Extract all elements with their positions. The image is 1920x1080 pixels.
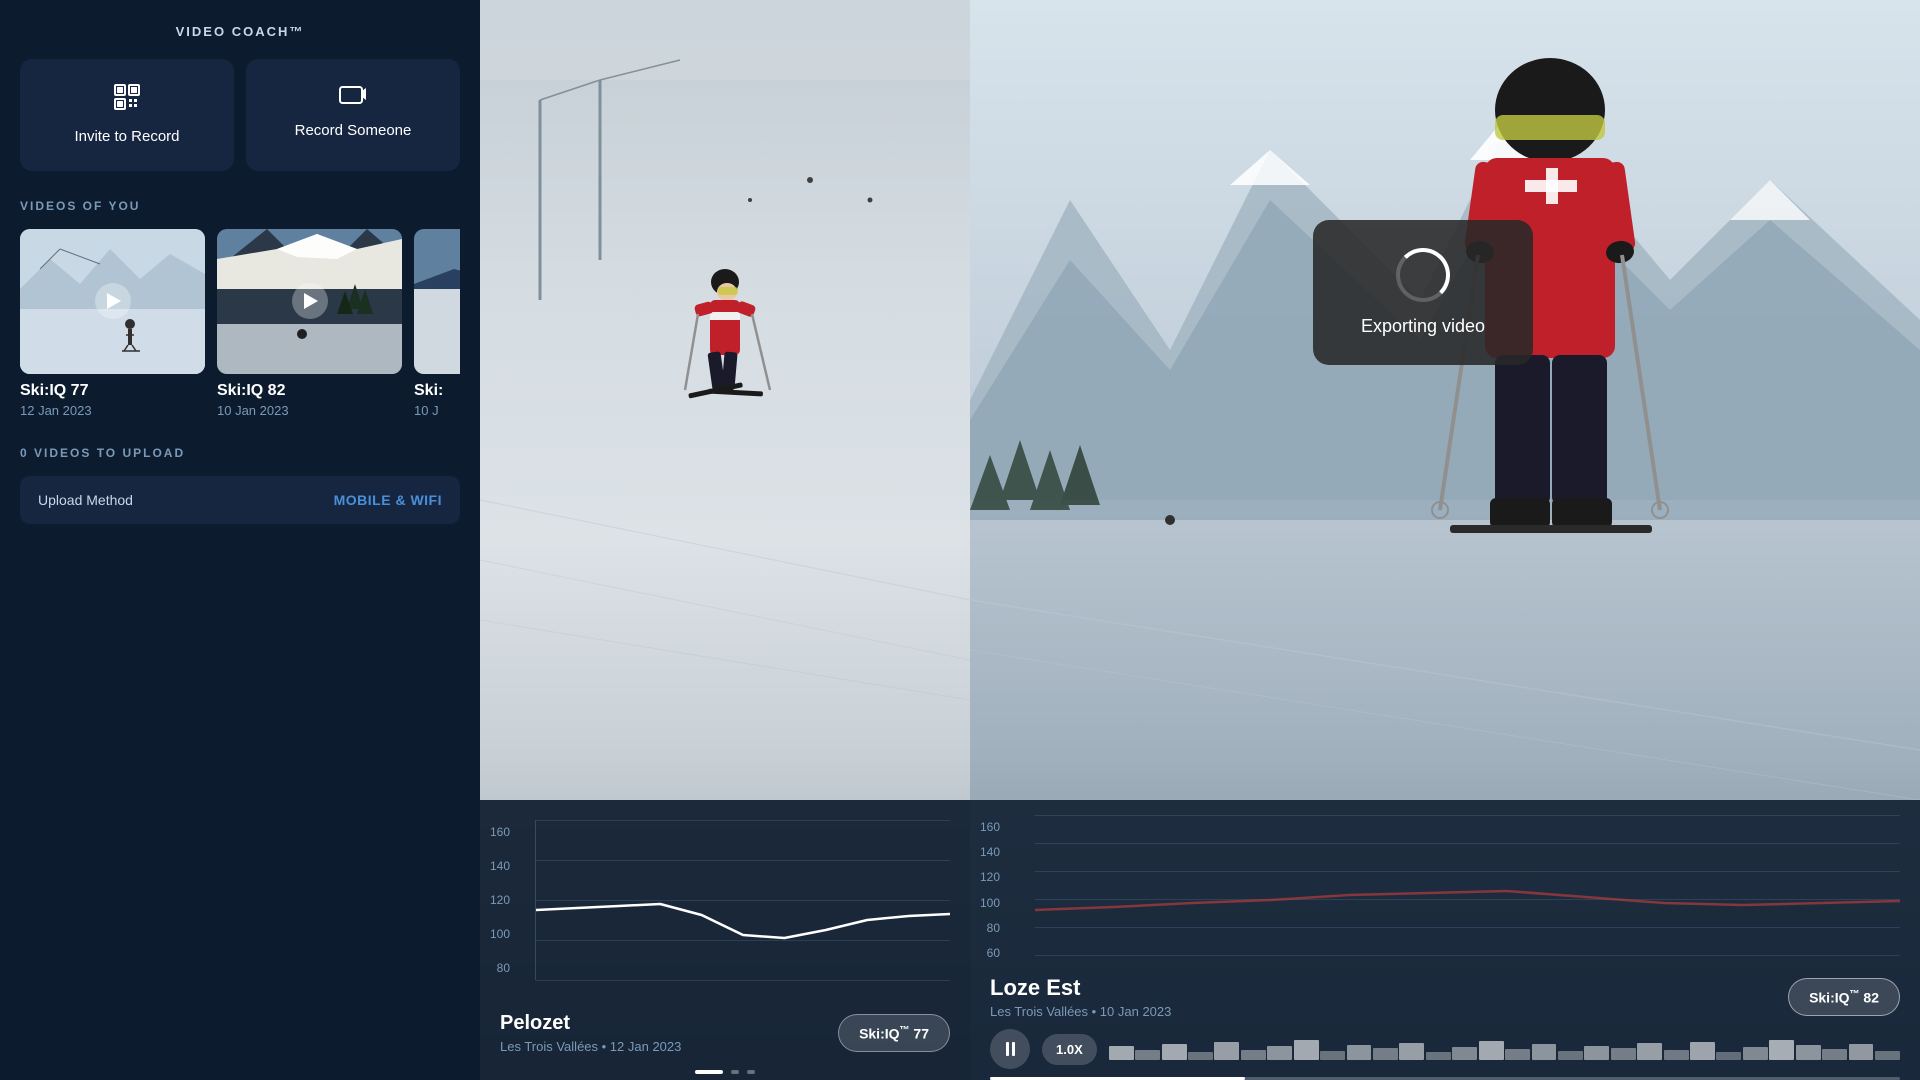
ski-iq-value-middle: 77	[913, 1025, 929, 1041]
pause-button[interactable]	[990, 1029, 1030, 1069]
upload-section: 0 VIDEOS TO UPLOAD Upload Method MOBILE …	[20, 446, 460, 524]
y-label-120: 120	[490, 893, 510, 907]
upload-method-value: MOBILE & WIFI	[334, 492, 442, 508]
y-label-140: 140	[490, 859, 510, 873]
videos-section-title: VIDEOS OF YOU	[20, 199, 460, 213]
right-y-label-100: 100	[980, 896, 1000, 910]
middle-panel: 160 140 120 100 80 Pelozet	[480, 0, 970, 1080]
export-overlay: Exporting video	[1313, 220, 1533, 365]
y-label-80: 80	[490, 961, 510, 975]
right-chart-info: Loze Est Les Trois Vallées • 10 Jan 2023…	[970, 965, 1920, 1029]
right-y-label-160: 160	[980, 820, 1000, 834]
right-chart-data-svg	[1035, 815, 1900, 955]
chart-info: Pelozet Les Trois Vallées • 12 Jan 2023 …	[480, 1000, 970, 1070]
right-panel: Exporting video 160 140 120 100 80 60	[970, 0, 1920, 1080]
export-spinner	[1396, 248, 1450, 302]
chart-grid: 160 140 120 100 80	[480, 820, 970, 1000]
chart-location: Pelozet Les Trois Vallées • 12 Jan 2023	[500, 1012, 838, 1054]
action-buttons: Invite to Record Record Someone	[20, 59, 460, 171]
chart-y-labels: 160 140 120 100 80	[490, 820, 510, 980]
video-thumb-2[interactable]: Ski:IQ 82 10 Jan 2023	[217, 229, 402, 418]
ski-iq-label-middle: Ski:IQ	[859, 1025, 899, 1041]
speed-button[interactable]: 1.0X	[1042, 1034, 1097, 1065]
app-title: VIDEO COACH™	[20, 24, 460, 39]
video-date-1: 12 Jan 2023	[20, 403, 205, 418]
record-someone-button[interactable]: Record Someone	[246, 59, 460, 171]
record-someone-label: Record Someone	[295, 121, 412, 141]
ski-iq-value-right: 82	[1863, 989, 1879, 1005]
export-text: Exporting video	[1361, 316, 1485, 337]
right-place: Loze Est	[990, 975, 1788, 1001]
pause-icon	[1006, 1042, 1015, 1056]
nav-dot-1[interactable]	[695, 1070, 723, 1074]
qr-code-icon	[113, 83, 141, 117]
ski-iq-tm-middle: ™	[900, 1025, 910, 1036]
video-title-2: Ski:IQ 82	[217, 382, 402, 400]
video-thumbnail-3	[414, 229, 460, 374]
invite-to-record-label: Invite to Record	[74, 127, 179, 147]
chart-lines	[535, 820, 950, 980]
play-icon-1	[95, 283, 131, 319]
right-chart-y-labels: 160 140 120 100 80 60	[980, 820, 1000, 960]
right-location: Loze Est Les Trois Vallées • 10 Jan 2023	[990, 975, 1788, 1019]
chart-nav	[480, 1070, 970, 1080]
video-thumb-1[interactable]: Ski:IQ 77 12 Jan 2023	[20, 229, 205, 418]
y-label-160: 160	[490, 825, 510, 839]
right-y-label-80: 80	[980, 921, 1000, 935]
right-chart-lines	[1035, 815, 1900, 955]
middle-chart: 160 140 120 100 80 Pelozet	[480, 800, 970, 1080]
chart-place: Pelozet	[500, 1012, 838, 1035]
video-date-2: 10 Jan 2023	[217, 403, 402, 418]
video-thumb-3[interactable]: Ski: 10 J	[414, 229, 460, 418]
timeline-ticks[interactable]	[1109, 1038, 1900, 1060]
playback-controls: 1.0X	[970, 1029, 1920, 1077]
y-label-100: 100	[490, 927, 510, 941]
video-thumbnail-2	[217, 229, 402, 374]
right-chart-grid: 160 140 120 100 80 60	[970, 800, 1920, 965]
upload-method-label: Upload Method	[38, 492, 133, 508]
right-y-label-120: 120	[980, 870, 1000, 884]
video-title-1: Ski:IQ 77	[20, 382, 205, 400]
right-y-label-60: 60	[980, 946, 1000, 960]
ski-iq-badge-middle[interactable]: Ski:IQ™ 77	[838, 1014, 950, 1053]
ski-iq-badge-right[interactable]: Ski:IQ™ 82	[1788, 978, 1900, 1017]
ski-iq-label-right: Ski:IQ	[1809, 989, 1849, 1005]
video-grid: Ski:IQ 77 12 Jan 2023	[20, 229, 460, 418]
camera-icon	[339, 83, 367, 111]
left-panel: VIDEO COACH™ Invite to Record	[0, 0, 480, 1080]
invite-to-record-button[interactable]: Invite to Record	[20, 59, 234, 171]
right-chart: 160 140 120 100 80 60 L	[970, 800, 1920, 1080]
chart-data-svg	[536, 820, 950, 980]
chart-meta: Les Trois Vallées • 12 Jan 2023	[500, 1039, 838, 1054]
play-icon-2	[292, 283, 328, 319]
right-meta: Les Trois Vallées • 10 Jan 2023	[990, 1004, 1788, 1019]
nav-dot-2[interactable]	[731, 1070, 739, 1074]
upload-method-row[interactable]: Upload Method MOBILE & WIFI	[20, 476, 460, 524]
video-title-3: Ski:	[414, 382, 460, 400]
right-y-label-140: 140	[980, 845, 1000, 859]
nav-dot-3[interactable]	[747, 1070, 755, 1074]
video-date-3: 10 J	[414, 403, 460, 418]
video-thumbnail-1	[20, 229, 205, 374]
ski-iq-tm-right: ™	[1850, 989, 1860, 1000]
upload-section-title: 0 VIDEOS TO UPLOAD	[20, 446, 460, 460]
